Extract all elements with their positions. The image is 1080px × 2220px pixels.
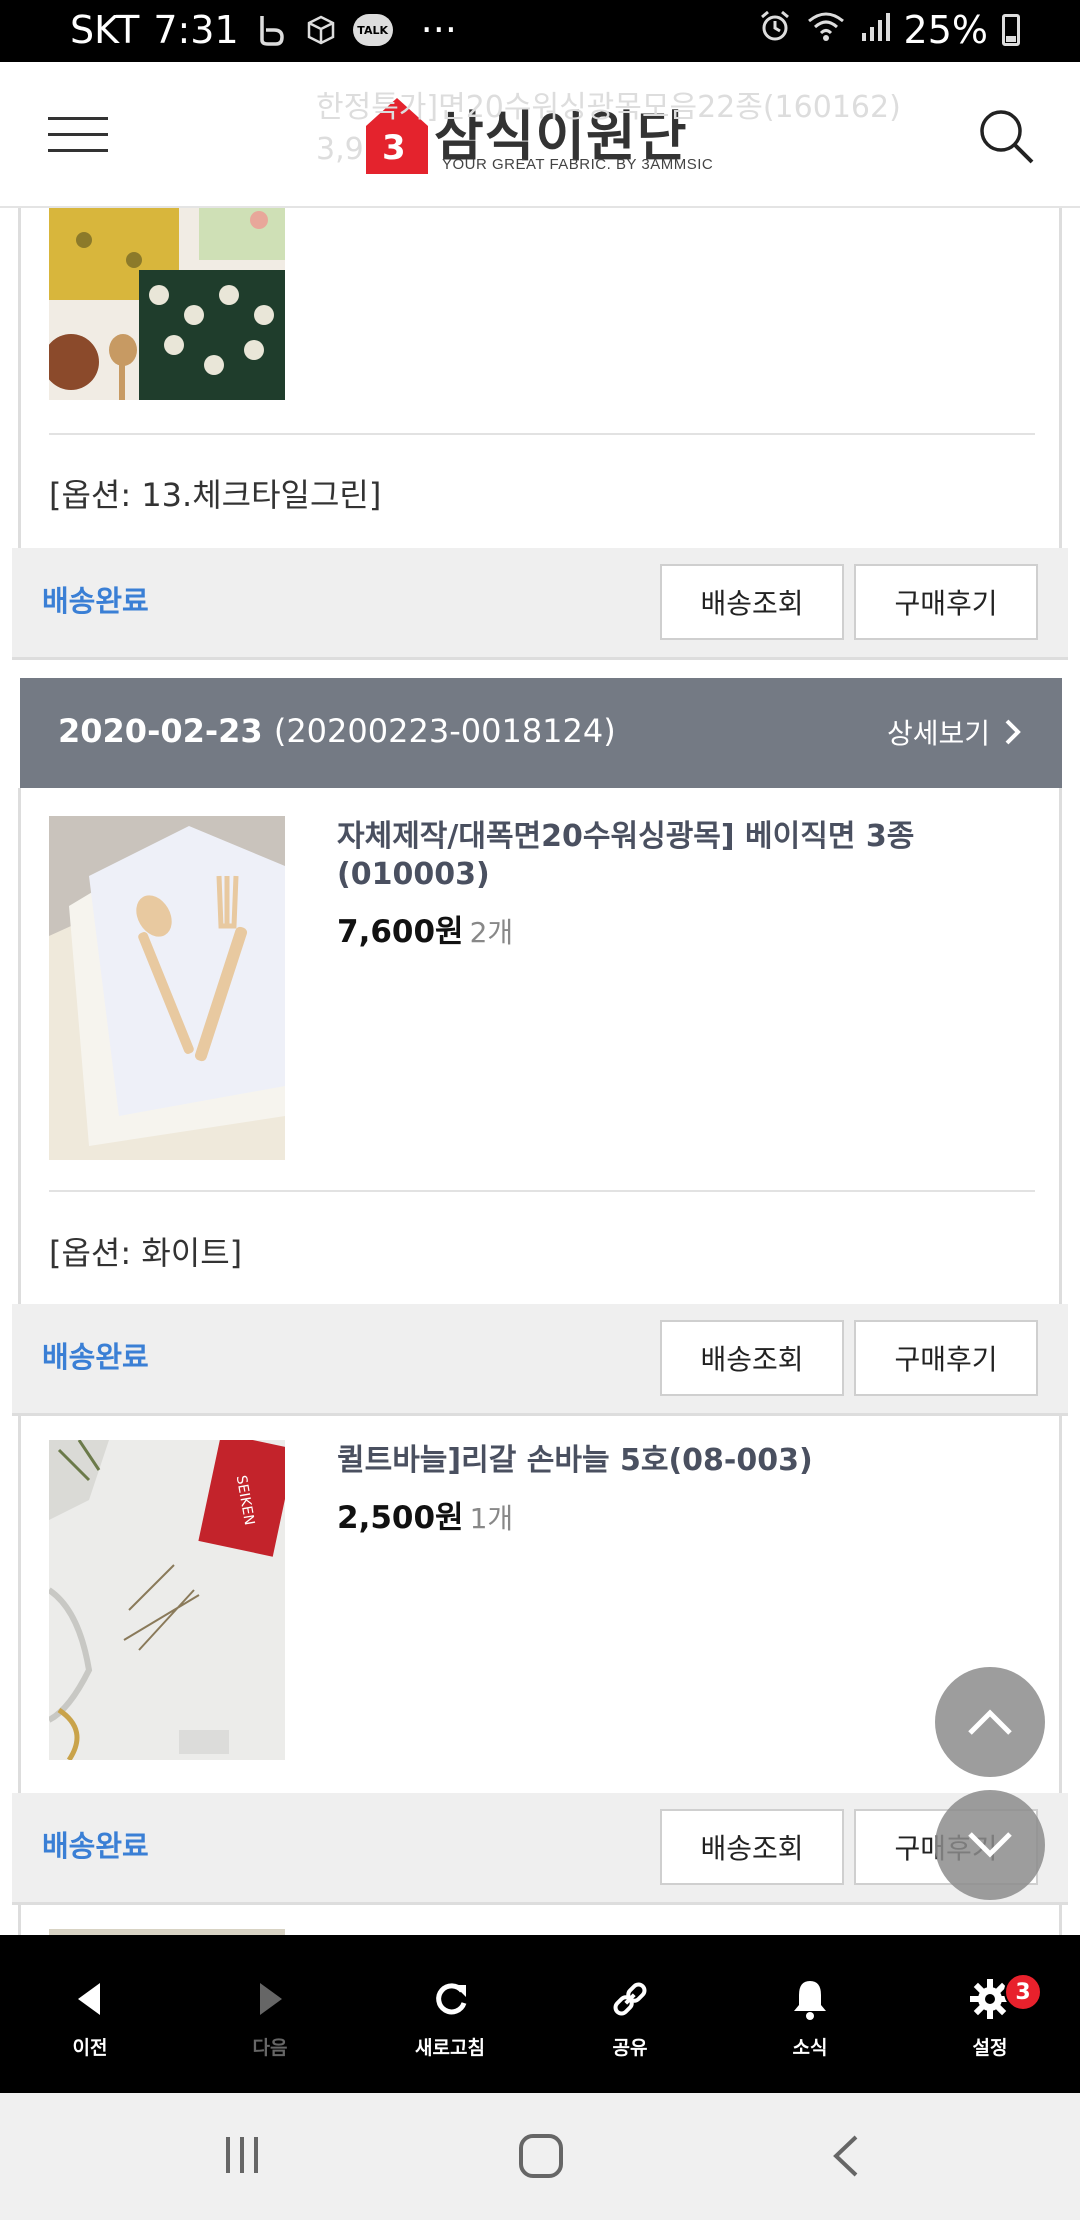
product-thumbnail[interactable] xyxy=(49,816,285,1160)
search-icon[interactable] xyxy=(976,106,1036,166)
toolbar-settings-label: 설정 xyxy=(972,2037,1008,2059)
toolbar-refresh-label: 새로고침 xyxy=(415,2037,485,2059)
toolbar-settings[interactable]: 3 설정 xyxy=(900,1935,1080,2093)
item-option: [옵션: 13.체크타일그린] xyxy=(49,476,382,514)
scrolled-product-price: 3,9 xyxy=(316,132,364,167)
write-review-button[interactable]: 구매후기 xyxy=(854,1320,1038,1396)
toolbar-share[interactable]: 공유 xyxy=(540,1935,720,2093)
refresh-icon xyxy=(436,1983,467,2015)
order-item-card: SEIKEN 퀼트바늘]리갈 손바늘 5호(08-003) 2,500원 1개 xyxy=(18,1416,1062,1794)
divider xyxy=(49,1190,1035,1192)
site-header: 한정특가]면20수워싱광목모음22종(160162) 3,9 3 삼식이원단 Y… xyxy=(0,62,1080,208)
product-price-line: 2,500원 1개 xyxy=(337,1492,513,1537)
toolbar-back[interactable]: 이전 xyxy=(0,1935,180,2093)
recent-apps-icon[interactable] xyxy=(220,2133,264,2177)
bell-icon xyxy=(794,1981,826,2020)
scrolled-product-name: 한정특가]면20수워싱광목모음22종(160162) xyxy=(316,90,901,125)
delivery-status-row: 배송완료 배송조회 구매후기 xyxy=(12,1793,1068,1905)
forward-arrow-icon xyxy=(260,1983,282,2015)
product-name[interactable]: 퀼트바늘]리갈 손바늘 5호(08-003) xyxy=(337,1442,1037,1480)
app-toolbar: 이전 다음 새로고침 공유 소식 3 설정 xyxy=(0,1935,1080,2093)
order-detail-label: 상세보기 xyxy=(886,717,990,750)
order-number: (20200223-0018124) xyxy=(273,712,616,750)
delivery-status-row: 배송완료 배송조회 구매후기 xyxy=(12,548,1068,660)
order-date: 2020-02-23 xyxy=(58,712,263,750)
order-date-line: 2020-02-23 (20200223-0018124) xyxy=(58,712,616,750)
order-item-card xyxy=(18,1905,1062,1935)
logo-subtitle: YOUR GREAT FABRIC. BY 3AMMSIC xyxy=(442,156,714,173)
back-arrow-icon xyxy=(78,1983,100,2015)
product-quantity: 2개 xyxy=(469,916,514,949)
order-item-card: 자체제작/대폭면20수워싱광목] 베이직면 3종(010003) 7,600원 2… xyxy=(18,788,1062,1304)
settings-notification-badge: 3 xyxy=(1004,1973,1042,2011)
toolbar-news-label: 소식 xyxy=(792,2037,828,2059)
order-header[interactable]: 2020-02-23 (20200223-0018124) 상세보기 xyxy=(20,678,1062,788)
item-option: [옵션: 화이트] xyxy=(49,1234,243,1272)
chevron-up-icon xyxy=(968,1709,1012,1735)
toolbar-back-label: 이전 xyxy=(72,2037,108,2059)
toolbar-refresh[interactable]: 새로고침 xyxy=(360,1935,540,2093)
product-price-line: 7,600원 2개 xyxy=(337,906,513,951)
scroll-bottom-button[interactable] xyxy=(935,1790,1045,1900)
divider xyxy=(49,433,1035,435)
toolbar-forward[interactable]: 다음 xyxy=(180,1935,360,2093)
system-back-icon[interactable] xyxy=(828,2133,864,2179)
order-item-card: [옵션: 13.체크타일그린] xyxy=(18,150,1062,548)
system-nav-bar xyxy=(0,2093,1080,2220)
product-thumbnail[interactable]: SEIKEN xyxy=(49,1440,285,1760)
chevron-down-icon xyxy=(968,1832,1012,1858)
product-price: 7,600원 xyxy=(337,914,464,950)
delivery-status: 배송완료 xyxy=(42,1340,149,1374)
scroll-top-button[interactable] xyxy=(935,1667,1045,1777)
hamburger-menu-icon[interactable] xyxy=(48,117,108,153)
delivery-status-row: 배송완료 배송조회 구매후기 xyxy=(12,1304,1068,1416)
toolbar-news[interactable]: 소식 xyxy=(720,1935,900,2093)
home-icon[interactable] xyxy=(518,2133,564,2179)
order-list[interactable]: [옵션: 13.체크타일그린] 배송완료 배송조회 구매후기 2020-02-2… xyxy=(0,0,1080,1935)
delivery-status: 배송완료 xyxy=(42,1829,149,1863)
write-review-button[interactable]: 구매후기 xyxy=(854,564,1038,640)
delivery-status: 배송완료 xyxy=(42,584,149,618)
order-detail-link[interactable]: 상세보기 xyxy=(887,712,1022,752)
track-delivery-button[interactable]: 배송조회 xyxy=(660,1809,844,1885)
track-delivery-button[interactable]: 배송조회 xyxy=(660,1320,844,1396)
toolbar-forward-label: 다음 xyxy=(252,2037,288,2059)
share-link-icon xyxy=(613,1982,647,2016)
product-name[interactable]: 자체제작/대폭면20수워싱광목] 베이직면 3종(010003) xyxy=(337,818,1037,894)
toolbar-share-label: 공유 xyxy=(612,2037,648,2059)
product-quantity: 1개 xyxy=(469,1502,514,1535)
product-price: 2,500원 xyxy=(337,1500,464,1536)
track-delivery-button[interactable]: 배송조회 xyxy=(660,564,844,640)
chevron-right-icon xyxy=(1005,719,1021,745)
logo-badge: 3 xyxy=(382,128,406,168)
